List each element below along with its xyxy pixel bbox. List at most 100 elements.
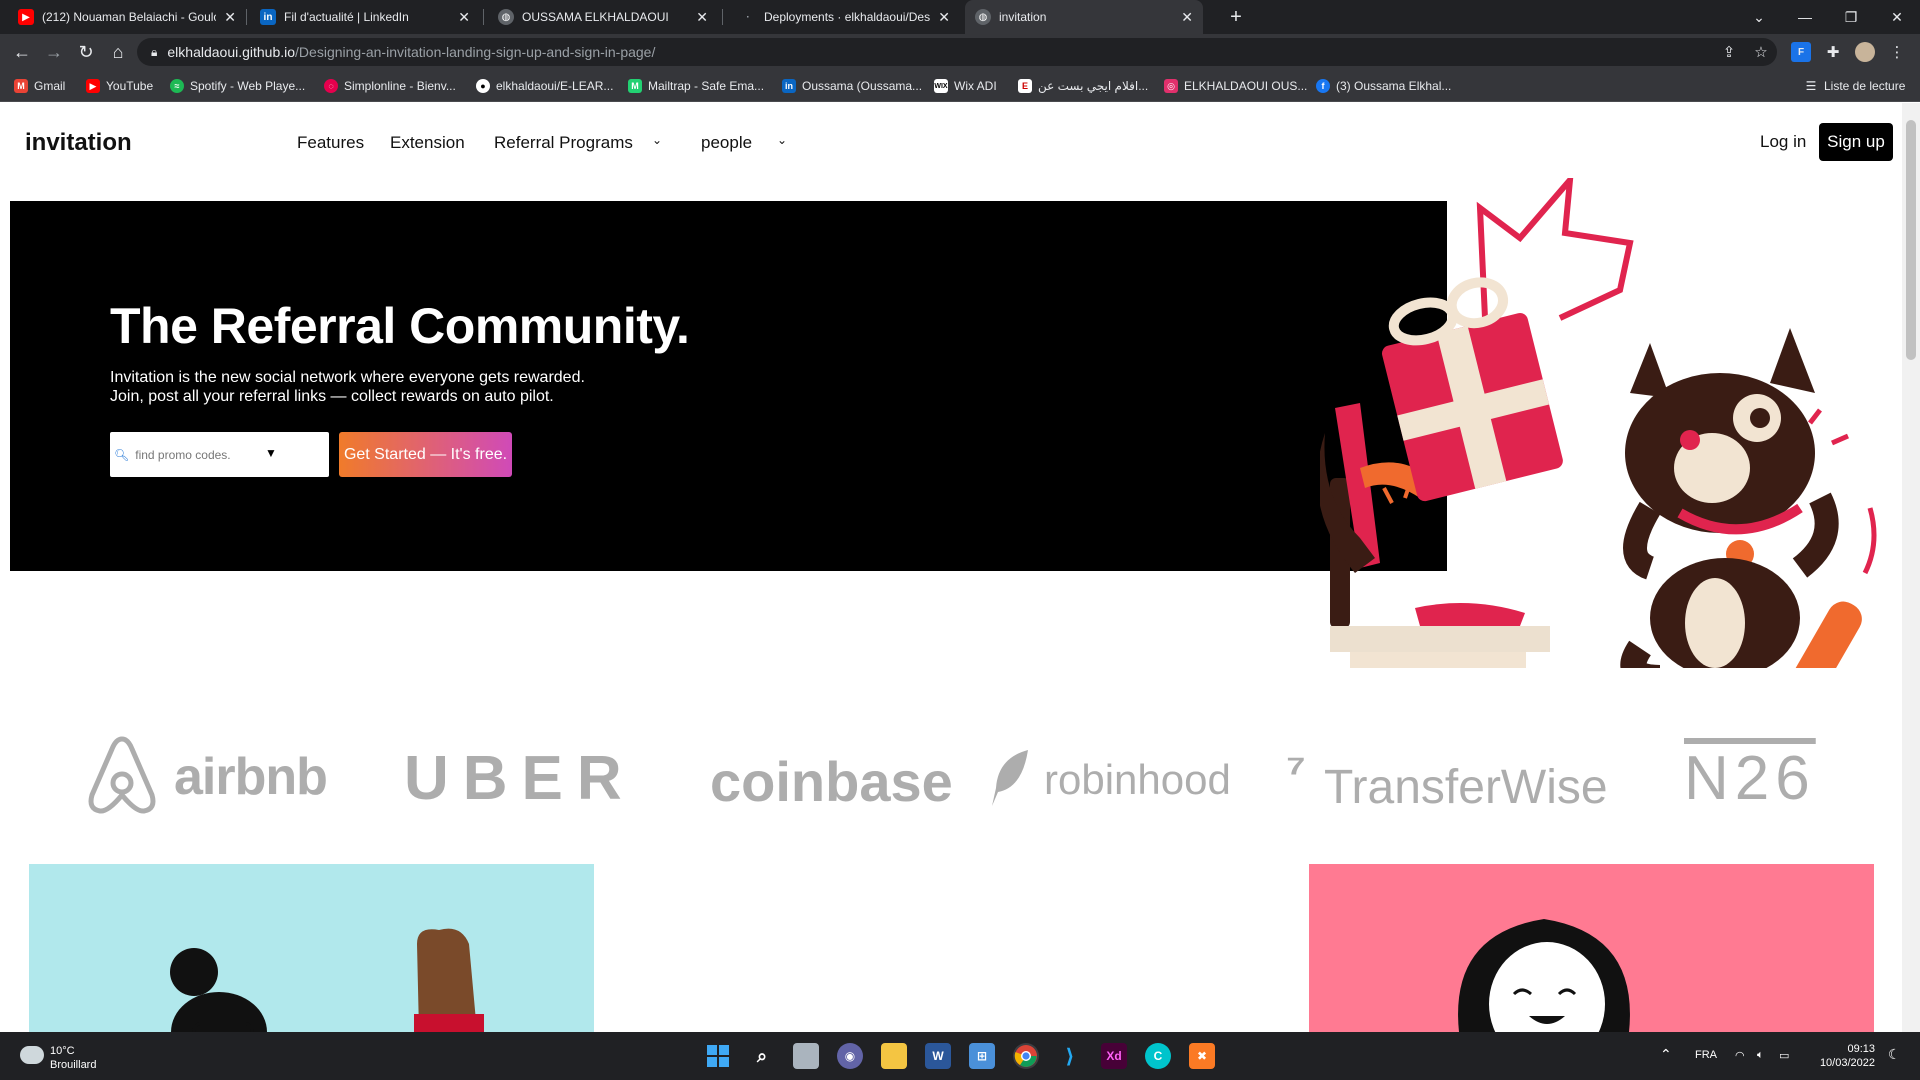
- chevron-down-icon[interactable]: ⌄: [652, 133, 662, 147]
- address-bar[interactable]: 🔒︎ elkhaldaoui.github.io/Designing-an-in…: [137, 38, 1777, 66]
- weather-widget[interactable]: 10°C Brouillard: [50, 1044, 96, 1072]
- globe-icon: ◍: [498, 9, 514, 25]
- robinhood-logo: robinhood: [988, 748, 1238, 818]
- canva-icon[interactable]: C: [1145, 1043, 1171, 1069]
- bookmark-instagram[interactable]: ◎ ELKHALDAOUI OUS...: [1164, 78, 1307, 94]
- hero-banner: The Referral Community. Invitation is th…: [10, 201, 1447, 571]
- nav-extension[interactable]: Extension: [390, 133, 465, 153]
- teams-chat-icon[interactable]: ◉: [837, 1043, 863, 1069]
- promo-search-input[interactable]: 🔍︎ find promo codes. ▼: [110, 432, 329, 477]
- nav-referral-programs[interactable]: Referral Programs: [494, 133, 633, 153]
- tab-strip: ▶ (212) Nouaman Belaiachi - Goulo ✕ in F…: [0, 0, 1920, 34]
- gift-cat-illustration: [1320, 178, 1877, 668]
- system-clock[interactable]: 09:13 10/03/2022: [1815, 1042, 1875, 1070]
- uber-logo: UBER: [404, 744, 636, 813]
- task-view-icon[interactable]: [793, 1043, 819, 1069]
- lock-icon: 🔒︎: [151, 44, 158, 59]
- site-logo[interactable]: invitation: [25, 129, 132, 157]
- wifi-icon[interactable]: ◠: [1735, 1049, 1745, 1062]
- restore-button[interactable]: ❐: [1828, 0, 1874, 34]
- tab-deployments[interactable]: · Deployments · elkhaldaoui/Desig ✕: [730, 0, 960, 34]
- dropdown-arrow-icon[interactable]: ▼: [265, 446, 277, 460]
- tab-search-chevron-icon[interactable]: ⌄: [1736, 0, 1782, 34]
- linkedin-icon: in: [782, 79, 796, 93]
- forward-arrow-icon[interactable]: →: [40, 38, 68, 66]
- back-arrow-icon[interactable]: ←: [8, 38, 36, 66]
- tab-linkedin[interactable]: in Fil d'actualité | LinkedIn ✕: [250, 0, 480, 34]
- simplon-icon: ◌: [324, 79, 338, 93]
- bookmark-star-icon[interactable]: ☆: [1751, 42, 1771, 62]
- file-explorer-icon[interactable]: [881, 1043, 907, 1069]
- battery-icon[interactable]: ▭: [1779, 1049, 1789, 1062]
- github-icon: ●: [476, 79, 490, 93]
- bookmark-mailtrap[interactable]: M Mailtrap - Safe Ema...: [628, 78, 764, 94]
- new-tab-button[interactable]: +: [1213, 0, 1259, 34]
- bookmark-linkedin[interactable]: in Oussama (Oussama...: [782, 78, 922, 94]
- youtube-icon: ▶: [86, 79, 100, 93]
- spotify-icon: ≈: [170, 79, 184, 93]
- extensions-puzzle-icon[interactable]: ✚: [1823, 42, 1843, 62]
- profile-avatar[interactable]: [1855, 42, 1875, 62]
- tab-youtube[interactable]: ▶ (212) Nouaman Belaiachi - Goulo ✕: [8, 0, 246, 34]
- share-icon[interactable]: ⇪: [1719, 42, 1739, 62]
- search-icon[interactable]: ⌕: [749, 1043, 775, 1069]
- language-indicator[interactable]: FRA: [1695, 1049, 1717, 1061]
- chrome-icon[interactable]: [1013, 1043, 1039, 1069]
- adobe-xd-icon[interactable]: Xd: [1101, 1043, 1127, 1069]
- search-icon: 🔍︎: [114, 447, 130, 462]
- bookmark-youtube[interactable]: ▶ YouTube: [86, 78, 153, 94]
- word-icon[interactable]: W: [925, 1043, 951, 1069]
- transferwise-logo: ⁷ TransferWise: [1286, 745, 1608, 814]
- windows-taskbar: 10°C Brouillard ⌕ ◉ W ⊞ ⟩ Xd C ✖ ⌃ FRA ◠…: [0, 1032, 1920, 1080]
- close-tab-icon[interactable]: ✕: [458, 9, 470, 26]
- chevron-down-icon[interactable]: ⌄: [777, 133, 787, 147]
- youtube-icon: ▶: [18, 9, 34, 25]
- tab-separator: [483, 9, 484, 25]
- globe-icon: ◍: [975, 9, 991, 25]
- bookmark-wix[interactable]: WIX Wix ADI: [934, 78, 997, 94]
- web-page: invitation Features Extension Referral P…: [0, 103, 1902, 1032]
- facebook-icon: f: [1316, 79, 1330, 93]
- bookmark-gmail[interactable]: M Gmail: [14, 78, 65, 94]
- reading-list[interactable]: ☰ Liste de lecture: [1804, 78, 1906, 94]
- home-icon[interactable]: ⌂: [104, 38, 132, 66]
- get-started-button[interactable]: Get Started — It's free.: [339, 432, 512, 477]
- menu-kebab-icon[interactable]: ⋮: [1887, 42, 1907, 62]
- minimize-button[interactable]: —: [1782, 0, 1828, 34]
- nav-features[interactable]: Features: [297, 133, 364, 153]
- notification-icon[interactable]: ☾: [1888, 1046, 1901, 1063]
- tab-invitation-active[interactable]: ◍ invitation ✕: [965, 0, 1203, 34]
- windows-start-icon[interactable]: [705, 1043, 731, 1069]
- close-tab-icon[interactable]: ✕: [938, 9, 950, 26]
- extension-translate-icon[interactable]: F: [1791, 42, 1811, 62]
- reading-list-icon: ☰: [1805, 79, 1817, 93]
- wix-icon: WIX: [934, 79, 948, 93]
- bookmark-github[interactable]: ● elkhaldaoui/E-LEAR...: [476, 78, 613, 94]
- microsoft-store-icon[interactable]: ⊞: [969, 1043, 995, 1069]
- xampp-icon[interactable]: ✖: [1189, 1043, 1215, 1069]
- reload-icon[interactable]: ↻: [72, 38, 100, 66]
- close-tab-icon[interactable]: ✕: [1181, 9, 1193, 26]
- bookmark-egybest[interactable]: E افلام ايجي بست عن...: [1018, 78, 1148, 94]
- login-link[interactable]: Log in: [1760, 132, 1806, 152]
- bookmark-spotify[interactable]: ≈ Spotify - Web Playe...: [170, 78, 305, 94]
- close-tab-icon[interactable]: ✕: [224, 9, 236, 26]
- feature-card-left: [29, 864, 594, 1032]
- tab-portfolio[interactable]: ◍ OUSSAMA ELKHALDAOUI ✕: [488, 0, 718, 34]
- nav-people[interactable]: people: [701, 133, 752, 153]
- feature-card-right: [1309, 864, 1874, 1032]
- close-tab-icon[interactable]: ✕: [696, 9, 708, 26]
- bookmark-facebook[interactable]: f (3) Oussama Elkhal...: [1316, 78, 1451, 94]
- scrollbar-thumb[interactable]: [1906, 120, 1916, 360]
- signup-button[interactable]: Sign up: [1819, 123, 1893, 161]
- volume-icon[interactable]: 🔈︎: [1757, 1049, 1764, 1062]
- mailtrap-icon: M: [628, 79, 642, 93]
- browser-toolbar: ← → ↻ ⌂ 🔒︎ elkhaldaoui.github.io/Designi…: [0, 34, 1920, 70]
- woman-illustration: [1458, 919, 1630, 1032]
- close-window-button[interactable]: ✕: [1874, 0, 1920, 34]
- vscode-icon[interactable]: ⟩: [1057, 1043, 1083, 1069]
- bookmark-simplonline[interactable]: ◌ Simplonline - Bienv...: [324, 78, 456, 94]
- airbnb-logo: airbnb: [86, 735, 336, 815]
- chevron-up-icon[interactable]: ⌃: [1660, 1046, 1672, 1063]
- people-illustration: [170, 928, 484, 1032]
